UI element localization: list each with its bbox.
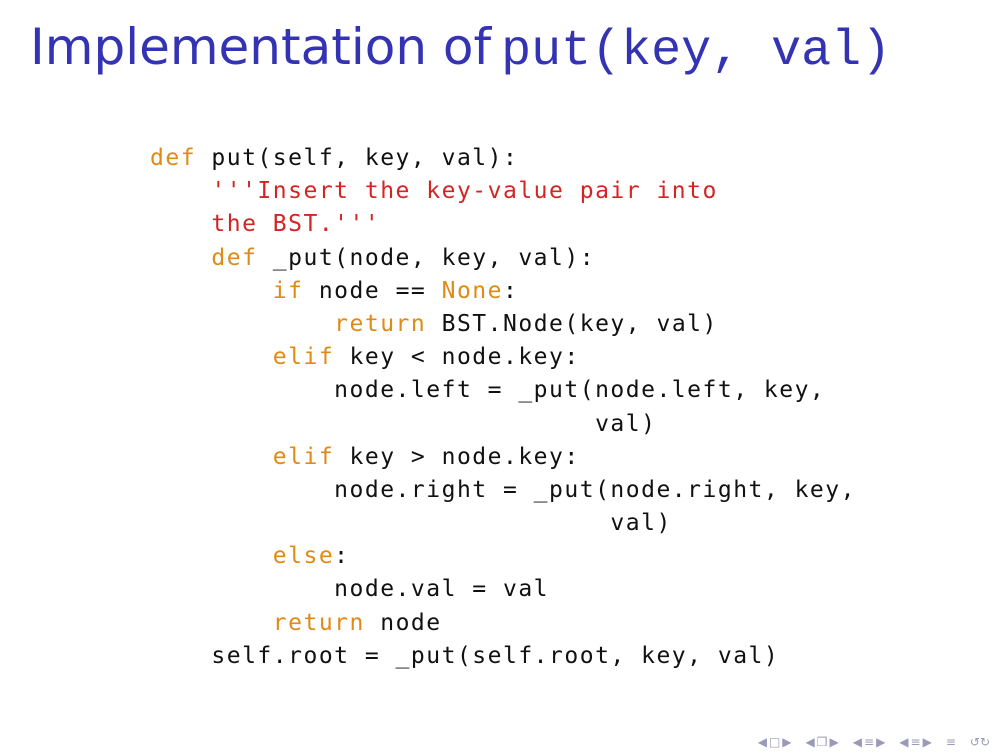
code-token: node.left = _put(node.left, key, [334, 377, 826, 404]
nav-frame-prev-icon[interactable]: ◀ [758, 736, 767, 748]
code-line: elif key > node.key: [150, 441, 856, 474]
nav-subsection-icon[interactable]: ❒ [817, 736, 828, 748]
code-line: def put(self, key, val): [150, 142, 856, 175]
code-line: self.root = _put(self.root, key, val) [150, 640, 856, 673]
code-line: node.left = _put(node.left, key, [150, 374, 856, 407]
code-token: BST.Node(key, val) [426, 310, 718, 337]
nav-slide-next-icon[interactable]: ▶ [923, 736, 932, 748]
code-line: val) [150, 507, 856, 540]
code-line: if node == None: [150, 275, 856, 308]
nav-toc-icon[interactable]: ≡ [946, 736, 956, 748]
code-line: else: [150, 540, 856, 573]
code-keyword: return [272, 609, 365, 636]
code-line: node.val = val [150, 573, 856, 606]
code-token: key < node.key: [334, 344, 580, 371]
code-line: the BST.''' [150, 208, 856, 241]
nav-frame-group: ◀ □ ▶ [758, 736, 792, 748]
slide-title-code: put(key, val) [501, 23, 892, 80]
nav-slide-icon[interactable]: ≡ [911, 736, 921, 748]
code-token: : [503, 277, 519, 304]
nav-slide-group: ◀ ≡ ▶ [899, 736, 932, 748]
nav-subsection-next-icon[interactable]: ▶ [830, 736, 839, 748]
slide-title: Implementation of put(key, val) [30, 22, 891, 77]
code-keyword: else [272, 543, 335, 570]
code-token: self.root = _put(self.root, key, val) [211, 642, 780, 669]
slide-title-text: Implementation of [30, 18, 492, 76]
code-keyword: elif [272, 443, 335, 470]
nav-search-icon[interactable]: ↺↻ [970, 736, 990, 748]
code-line: node.right = _put(node.right, key, [150, 474, 856, 507]
code-token: val) [595, 410, 657, 437]
code-line: return BST.Node(key, val) [150, 308, 856, 341]
nav-slide-prev-icon[interactable]: ◀ [899, 736, 908, 748]
code-line: val) [150, 408, 856, 441]
code-keyword: return [334, 310, 427, 337]
nav-frame-next-icon[interactable]: ▶ [782, 736, 791, 748]
code-token: : [334, 543, 350, 570]
code-block: def put(self, key, val): '''Insert the k… [150, 142, 856, 673]
code-line: return node [150, 607, 856, 640]
code-keyword: if [272, 277, 304, 304]
code-token: put(self, key, val): [196, 145, 519, 171]
code-token: key > node.key: [334, 443, 580, 470]
nav-subsection-prev-icon[interactable]: ◀ [806, 736, 815, 748]
beamer-navigation-bar: ◀ □ ▶ ◀ ❒ ▶ ◀ ≡ ▶ ◀ ≡ ▶ ≡ ↺↻ [758, 736, 990, 748]
code-keyword: def [150, 145, 197, 171]
code-line: elif key < node.key: [150, 341, 856, 374]
code-token: val) [610, 510, 672, 537]
nav-section-icon[interactable]: ≡ [864, 736, 874, 748]
code-line: '''Insert the key-value pair into [150, 175, 856, 208]
code-keyword: def [211, 244, 258, 271]
code-token: node.right = _put(node.right, key, [334, 476, 856, 503]
code-string: '''Insert the key-value pair into [211, 178, 718, 205]
nav-section-group: ◀ ≡ ▶ [853, 736, 886, 748]
code-string: the BST.''' [211, 211, 381, 238]
nav-section-prev-icon[interactable]: ◀ [853, 736, 862, 748]
code-token: node [364, 609, 442, 636]
code-token: _put(node, key, val): [257, 244, 596, 271]
nav-section-next-icon[interactable]: ▶ [876, 736, 885, 748]
code-keyword: None [441, 277, 503, 304]
nav-subsection-group: ◀ ❒ ▶ [806, 736, 839, 748]
code-token: node.val = val [334, 576, 550, 603]
code-line: def _put(node, key, val): [150, 242, 856, 275]
code-token: node == [303, 277, 442, 304]
code-keyword: elif [272, 344, 335, 371]
nav-frame-icon[interactable]: □ [769, 736, 780, 748]
